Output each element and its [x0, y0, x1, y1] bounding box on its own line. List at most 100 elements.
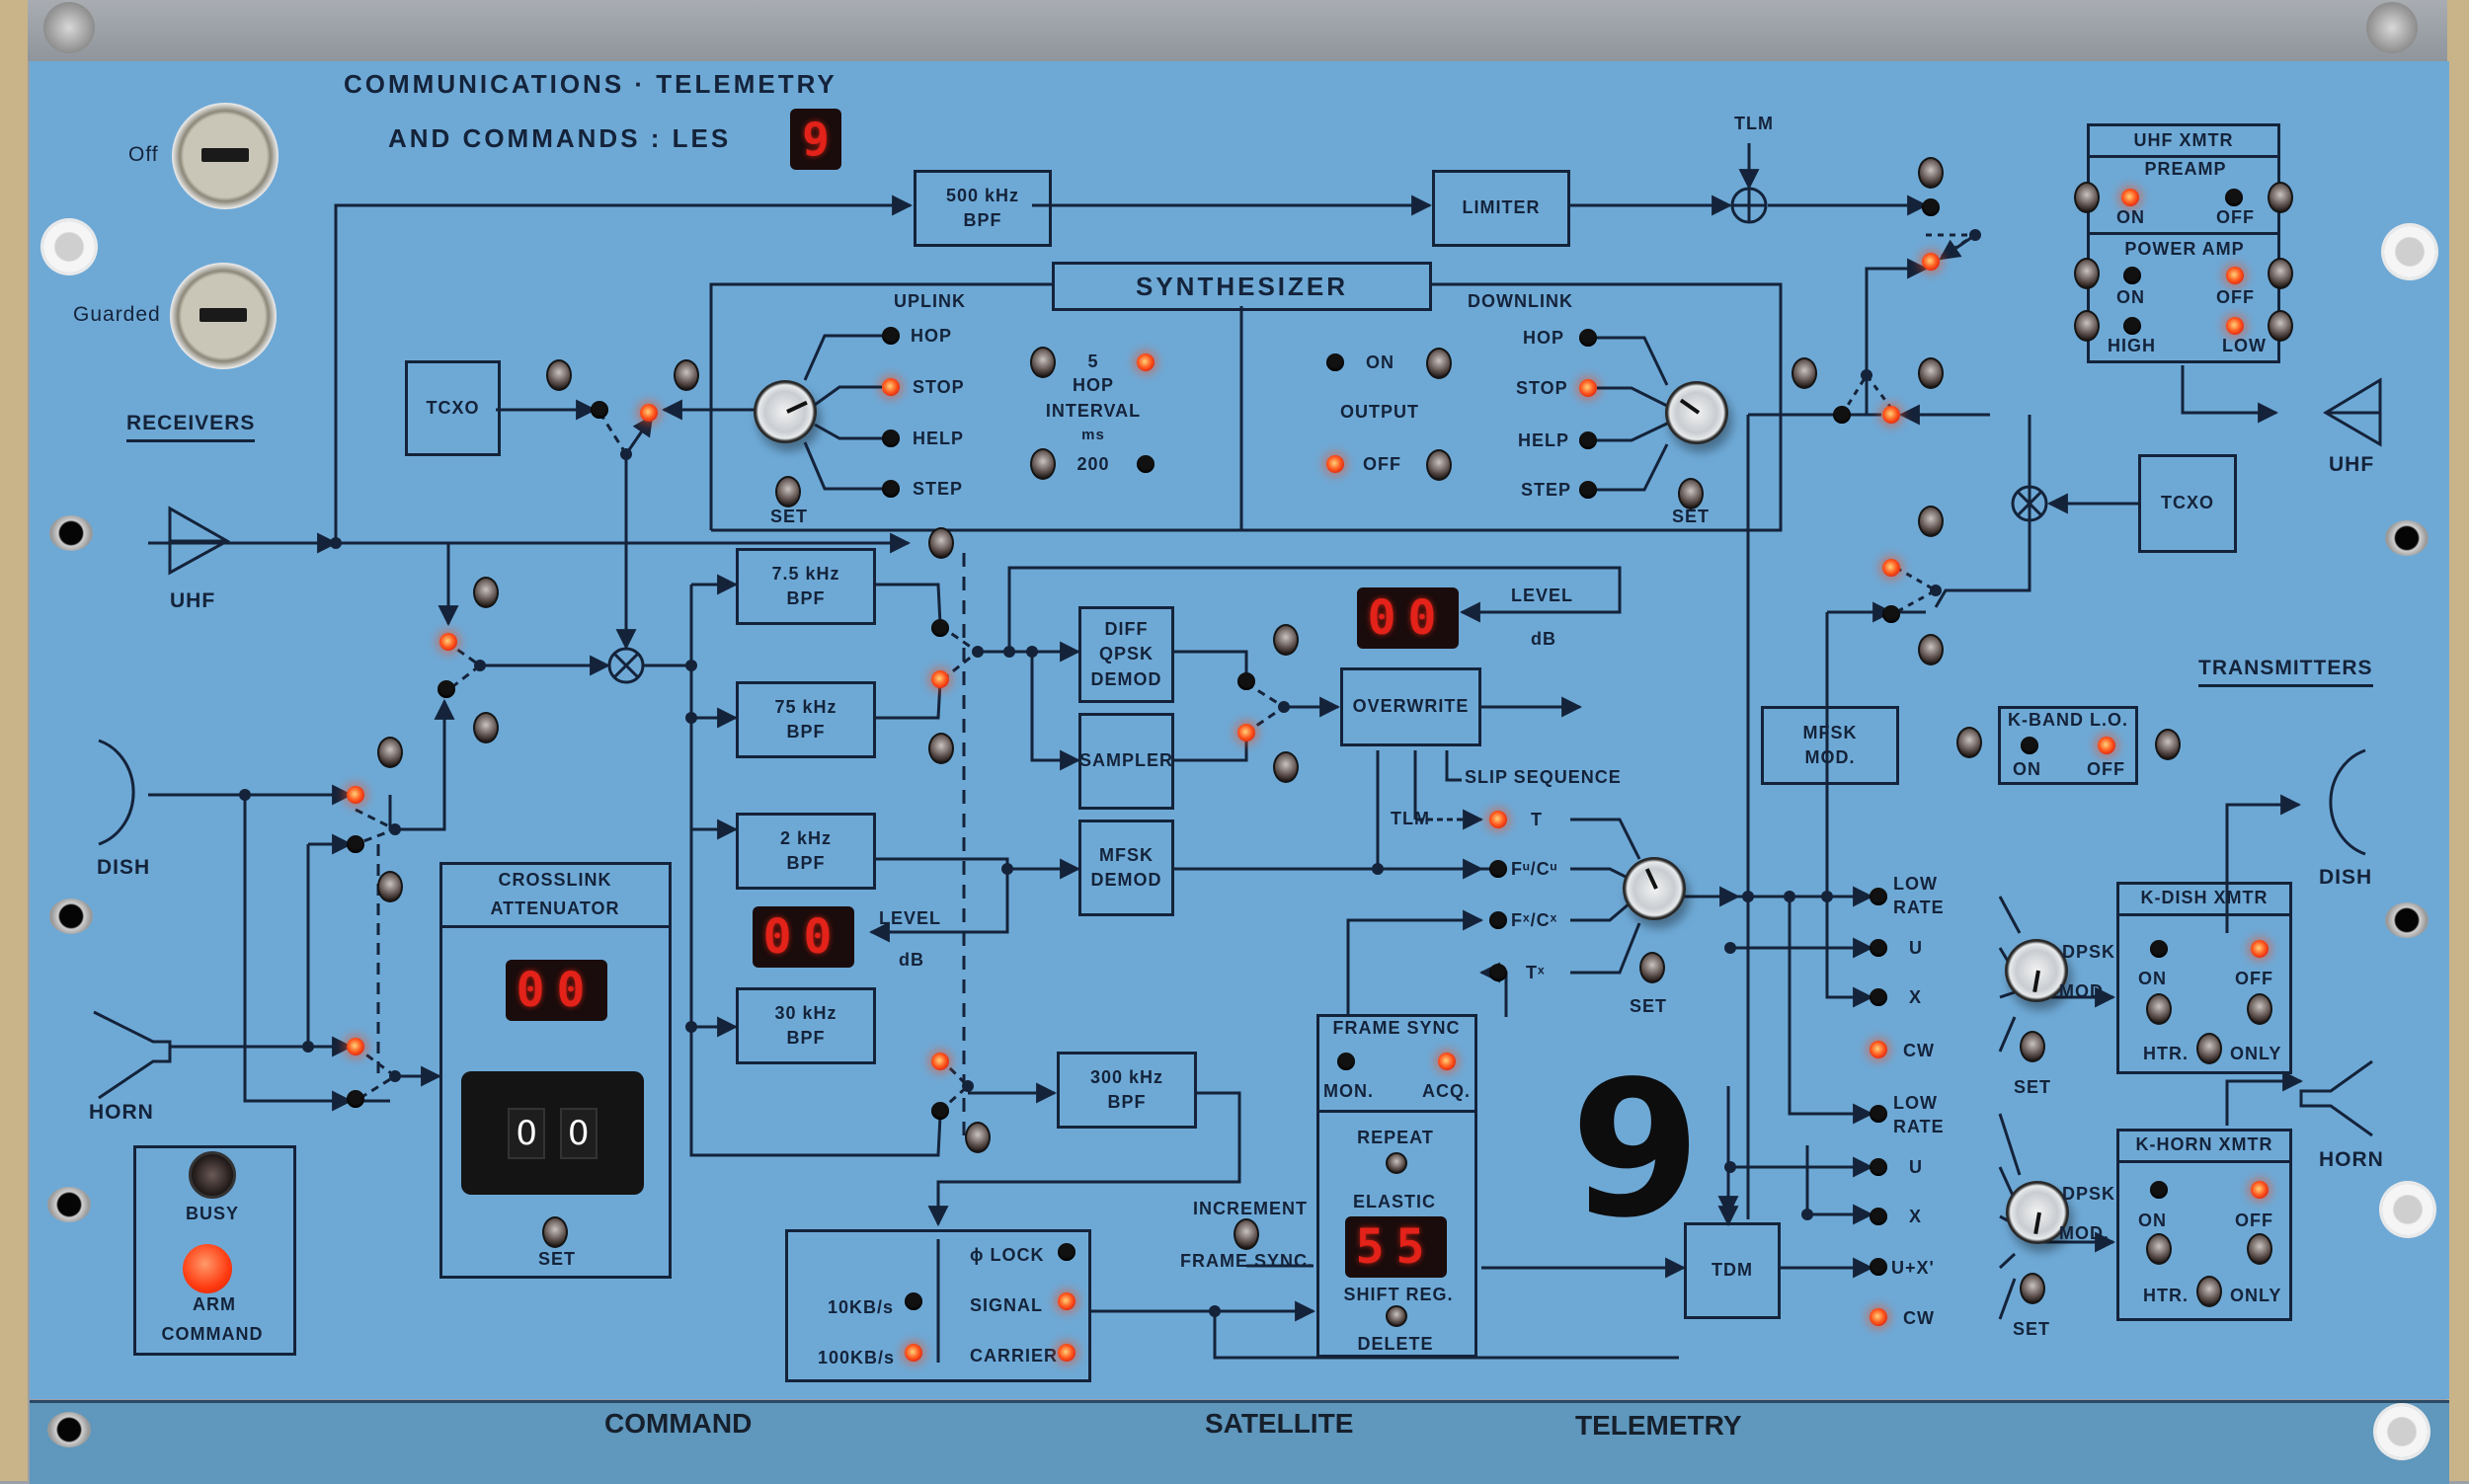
k-band-lo-on-indicator [2021, 737, 2038, 754]
tx-lo-mfsk-indicator [1882, 605, 1900, 623]
preamp-on-button[interactable] [2074, 182, 2100, 213]
k-band-lo-off-label: OFF [2087, 759, 2125, 779]
bottom-command-label: COMMAND [604, 1408, 753, 1439]
k-horn-u-plus-x-label: U+X' [1891, 1258, 1935, 1278]
k-band-lo-off-button[interactable] [2155, 729, 2181, 760]
power-high-button[interactable] [2074, 310, 2100, 342]
power-low-indicator [2226, 317, 2244, 335]
k-dish-on-label: ON [2138, 969, 2167, 988]
k-dish-only-label: ONLY [2230, 1044, 2282, 1063]
k-dish-htr-label: HTR. [2143, 1044, 2189, 1063]
power-amp-off-button[interactable] [2268, 258, 2293, 289]
k-dish-u-label: U [1909, 938, 1923, 958]
preamp-on-label: ON [2116, 207, 2145, 227]
k-dish-x-label: X [1909, 987, 1923, 1007]
k-dish-heater-only-button[interactable] [2196, 1033, 2222, 1064]
power-amp-label: POWER AMP [2124, 239, 2245, 259]
k-horn-mod-label-2: MOD. [2059, 1223, 2110, 1243]
tx-lo-overwrite-indicator [1882, 559, 1900, 577]
tdm-block: TDM [1684, 1222, 1781, 1319]
carrier-label: CARRIER [970, 1346, 1059, 1366]
k-horn-low-rate-indicator [1870, 1105, 1887, 1123]
k-horn-mod-label-1: DPSK [2062, 1184, 2116, 1204]
k-dish-xmtr-title: K-DISH XMTR [2140, 888, 2269, 907]
tx-synth-select-button[interactable] [1792, 357, 1817, 389]
k-band-lo-on-button[interactable] [1956, 727, 1982, 758]
tx-synth-select-indicator [1833, 406, 1851, 424]
signal-indicator [1058, 1292, 1075, 1310]
tx-uhf-select-button[interactable] [1918, 157, 1944, 189]
tx-synth-select-button[interactable] [1918, 357, 1944, 389]
k-horn-set-button[interactable] [2020, 1273, 2045, 1304]
bottom-telemetry-label: TELEMETRY [1575, 1410, 1742, 1441]
preamp-label: PREAMP [2144, 159, 2227, 179]
k-horn-u-indicator [1870, 1158, 1887, 1176]
k-horn-low-rate-label-1: LOW [1893, 1093, 1938, 1113]
k-dish-low-rate-label-2: RATE [1893, 898, 1945, 917]
k-horn-cw-label: CW [1903, 1308, 1935, 1328]
tx-lo-select-button[interactable] [1918, 506, 1944, 537]
k-dish-cw-label: CW [1903, 1041, 1935, 1060]
phase-lock-label: ϕ LOCK [970, 1245, 1045, 1265]
k-horn-cw-indicator [1870, 1308, 1887, 1326]
k-dish-low-rate-indicator [1870, 888, 1887, 905]
k-dish-u-indicator [1870, 939, 1887, 957]
tx-uhf-limiter-indicator [1922, 198, 1940, 216]
k-horn-x-indicator [1870, 1208, 1887, 1225]
rate-100kbs-indicator [905, 1344, 922, 1362]
preamp-off-indicator [2225, 189, 2243, 206]
k-horn-set-label: SET [2012, 1319, 2051, 1339]
k-dish-off-button[interactable] [2247, 993, 2272, 1025]
k-band-lo-title: K-BAND L.O. [2008, 710, 2128, 730]
k-horn-xmtr-title: K-HORN XMTR [2135, 1134, 2273, 1154]
k-dish-set-button[interactable] [2020, 1031, 2045, 1062]
k-dish-on-button[interactable] [2146, 993, 2172, 1025]
power-amp-on-button[interactable] [2074, 258, 2100, 289]
tx-uhf-synth-indicator [1922, 253, 1940, 271]
k-dish-low-rate-label-1: LOW [1893, 874, 1938, 894]
mfsk-mod-block: MFSK MOD. [1761, 706, 1899, 785]
satellite-number-decal: 9 [1570, 1041, 1702, 1259]
k-band-lo-on-label: ON [2013, 759, 2041, 779]
bottom-satellite-label: SATELLITE [1205, 1408, 1354, 1439]
power-low-button[interactable] [2268, 310, 2293, 342]
k-horn-only-label: ONLY [2230, 1286, 2282, 1305]
k-horn-off-label: OFF [2235, 1211, 2273, 1230]
k-dish-mod-label-2: MOD. [2059, 981, 2110, 1001]
k-horn-off-button[interactable] [2247, 1233, 2272, 1265]
k-horn-x-label: X [1909, 1207, 1923, 1226]
k-dish-mod-label-1: DPSK [2062, 942, 2116, 962]
phase-lock-indicator [1058, 1243, 1075, 1261]
k-horn-off-indicator [2251, 1181, 2269, 1199]
k-horn-on-indicator [2150, 1181, 2168, 1199]
k-dish-set-label: SET [2013, 1077, 2052, 1097]
k-horn-on-button[interactable] [2146, 1233, 2172, 1265]
preamp-off-button[interactable] [2268, 182, 2293, 213]
k-dish-x-indicator [1870, 988, 1887, 1006]
power-amp-off-indicator [2226, 267, 2244, 284]
k-band-lo-off-indicator [2098, 737, 2115, 754]
k-horn-on-label: ON [2138, 1211, 2167, 1230]
mfsk-mod-line1: MFSK [1802, 722, 1858, 742]
k-horn-heater-only-button[interactable] [2196, 1276, 2222, 1307]
rate-100kbs-label: 100KB/s [818, 1348, 896, 1367]
power-amp-on-label: ON [2116, 287, 2145, 307]
rate-10kbs-indicator [905, 1292, 922, 1310]
power-amp-off-label: OFF [2216, 287, 2255, 307]
k-horn-u-plus-x-indicator [1870, 1258, 1887, 1276]
carrier-indicator [1058, 1344, 1075, 1362]
k-dish-on-indicator [2150, 940, 2168, 958]
preamp-on-indicator [2121, 189, 2139, 206]
power-amp-on-indicator [2123, 267, 2141, 284]
k-dish-off-indicator [2251, 940, 2269, 958]
power-high-label: HIGH [2108, 336, 2156, 355]
k-dish-cw-indicator [1870, 1041, 1887, 1058]
k-horn-u-label: U [1909, 1157, 1923, 1177]
signal-label: SIGNAL [970, 1295, 1044, 1315]
uhf-xmtr-title: UHF XMTR [2133, 130, 2234, 150]
mfsk-mod-line2: MOD. [1804, 747, 1856, 767]
power-low-label: LOW [2222, 336, 2267, 355]
k-horn-htr-label: HTR. [2143, 1286, 2189, 1305]
tx-lo-select-button[interactable] [1918, 634, 1944, 665]
k-dish-off-label: OFF [2235, 969, 2273, 988]
